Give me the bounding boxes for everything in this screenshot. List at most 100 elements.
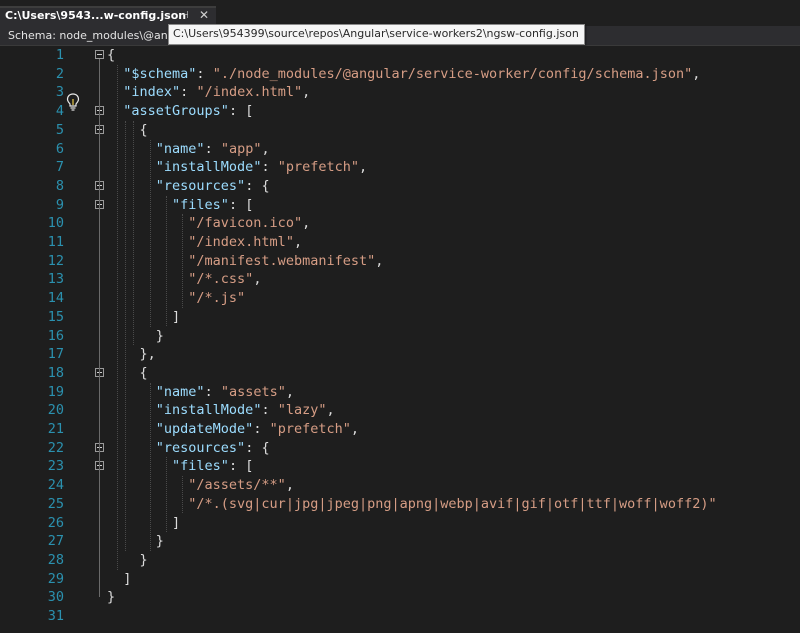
tab-title[interactable]: C:\Users\9543...w-config.json <box>5 9 186 22</box>
line-number: 9 <box>55 196 64 213</box>
json-punctuation <box>107 290 188 306</box>
code-line[interactable]: 15 ] <box>0 308 800 327</box>
code-line[interactable]: 2 "$schema": "./node_modules/@angular/se… <box>0 65 800 84</box>
code-line[interactable]: 25 "/*.(svg|cur|jpg|jpeg|png|apng|webp|a… <box>0 495 800 514</box>
file-path-tooltip: C:\Users\954399\source\repos\Angular\ser… <box>168 24 585 45</box>
code-text: "/*.js" <box>107 289 245 307</box>
json-punctuation: : <box>196 65 213 82</box>
code-text: "installMode": "lazy", <box>107 401 335 419</box>
indent-guide <box>149 139 151 327</box>
json-string: "prefetch" <box>277 159 359 176</box>
code-line[interactable]: 16 } <box>0 327 800 346</box>
code-line[interactable]: 27 } <box>0 532 800 551</box>
code-line[interactable]: 8 "resources": { <box>0 177 800 196</box>
json-punctuation: , <box>285 477 294 494</box>
code-line[interactable]: 9 "files": [ <box>0 196 800 215</box>
code-text: "files": [ <box>107 196 253 214</box>
json-punctuation <box>107 440 156 456</box>
code-line[interactable]: 6 "name": "app", <box>0 140 800 159</box>
collapse-icon[interactable] <box>95 50 104 59</box>
code-line[interactable]: 5 { <box>0 121 800 140</box>
code-line[interactable]: 29 ] <box>0 570 800 589</box>
json-punctuation: } <box>107 533 164 550</box>
line-number: 19 <box>47 383 64 400</box>
json-string: "/index.html" <box>196 84 303 101</box>
code-text: } <box>107 532 164 550</box>
code-line[interactable]: 14 "/*.js" <box>0 289 800 308</box>
code-line[interactable]: 11 "/index.html", <box>0 233 800 252</box>
code-line[interactable]: 1{ <box>0 46 800 65</box>
code-text: "name": "app", <box>107 140 270 158</box>
code-line[interactable]: 4 "assetGroups": [ <box>0 102 800 121</box>
json-string: "prefetch" <box>269 421 351 437</box>
code-text: { <box>107 121 148 139</box>
line-number: 23 <box>47 458 64 475</box>
indent-guide <box>182 476 184 514</box>
json-punctuation: , <box>692 65 701 82</box>
json-punctuation: : [ <box>228 458 254 475</box>
json-punctuation: , <box>293 234 303 250</box>
line-number: 25 <box>47 495 64 512</box>
json-key: "resources" <box>155 177 246 194</box>
code-line[interactable]: 3 "index": "/index.html", <box>0 83 800 102</box>
code-text: "name": "assets", <box>107 383 294 401</box>
line-number: 4 <box>55 103 64 120</box>
json-string: "app" <box>220 140 262 157</box>
json-punctuation <box>107 477 188 493</box>
document-tab[interactable]: C:\Users\9543...w-config.json ⊣ ✕ <box>0 6 216 26</box>
line-number: 16 <box>47 327 64 344</box>
code-line[interactable]: 20 "installMode": "lazy", <box>0 401 800 420</box>
json-key: "installMode" <box>155 159 262 176</box>
code-line[interactable]: 18 { <box>0 364 800 383</box>
json-key: "name" <box>155 140 205 157</box>
code-line[interactable]: 24 "/assets/**", <box>0 476 800 495</box>
line-number: 29 <box>47 570 64 587</box>
code-text: } <box>107 588 115 606</box>
json-punctuation: { <box>107 121 148 138</box>
code-line[interactable]: 30} <box>0 588 800 607</box>
json-key: "updateMode" <box>155 421 254 437</box>
code-line[interactable]: 31 <box>0 607 800 626</box>
json-punctuation: , <box>359 159 368 176</box>
code-line[interactable]: 12 "/manifest.webmanifest", <box>0 252 800 271</box>
document-tab-bar: C:\Users\9543...w-config.json ⊣ ✕ <box>0 0 800 26</box>
json-punctuation: , <box>261 140 270 157</box>
code-line[interactable]: 17 }, <box>0 345 800 364</box>
json-string: "/favicon.ico" <box>188 215 303 232</box>
line-number: 30 <box>47 589 64 606</box>
indent-guide <box>125 120 127 551</box>
json-string: "/manifest.webmanifest" <box>188 252 376 269</box>
json-punctuation: : { <box>245 439 270 456</box>
line-number: 3 <box>55 84 64 101</box>
json-punctuation: : { <box>245 177 270 194</box>
indent-guide <box>149 382 151 551</box>
json-punctuation: , <box>302 215 311 232</box>
json-punctuation: , <box>326 402 335 419</box>
code-line[interactable]: 28 } <box>0 551 800 570</box>
code-text: "/index.html", <box>107 233 302 251</box>
schema-dropdown[interactable]: Schema: node_modules\@angular <box>8 29 168 42</box>
code-line[interactable]: 22 "resources": { <box>0 439 800 458</box>
json-punctuation <box>107 496 188 512</box>
code-text: } <box>107 327 164 345</box>
code-line[interactable]: 23 "files": [ <box>0 457 800 476</box>
json-punctuation: : <box>253 421 270 437</box>
code-line[interactable]: 21 "updateMode": "prefetch", <box>0 420 800 439</box>
pin-icon[interactable]: ⊣ <box>180 10 189 21</box>
code-line[interactable]: 13 "/*.css", <box>0 270 800 289</box>
code-editor[interactable]: 1{2 "$schema": "./node_modules/@angular/… <box>0 46 800 633</box>
code-line[interactable]: 10 "/favicon.ico", <box>0 214 800 233</box>
code-line[interactable]: 7 "installMode": "prefetch", <box>0 158 800 177</box>
json-punctuation <box>107 215 188 231</box>
code-text: "/*.(svg|cur|jpg|jpeg|png|apng|webp|avif… <box>107 495 716 513</box>
code-line[interactable]: 19 "name": "assets", <box>0 383 800 402</box>
indent-guide <box>165 195 167 327</box>
close-icon[interactable]: ✕ <box>199 8 209 22</box>
json-string: "/assets/**" <box>188 477 286 494</box>
json-punctuation <box>107 253 188 269</box>
line-number: 14 <box>47 290 64 307</box>
json-punctuation: } <box>107 589 116 606</box>
line-number: 11 <box>47 234 64 250</box>
json-key: "installMode" <box>155 402 262 419</box>
code-line[interactable]: 26 ] <box>0 514 800 533</box>
